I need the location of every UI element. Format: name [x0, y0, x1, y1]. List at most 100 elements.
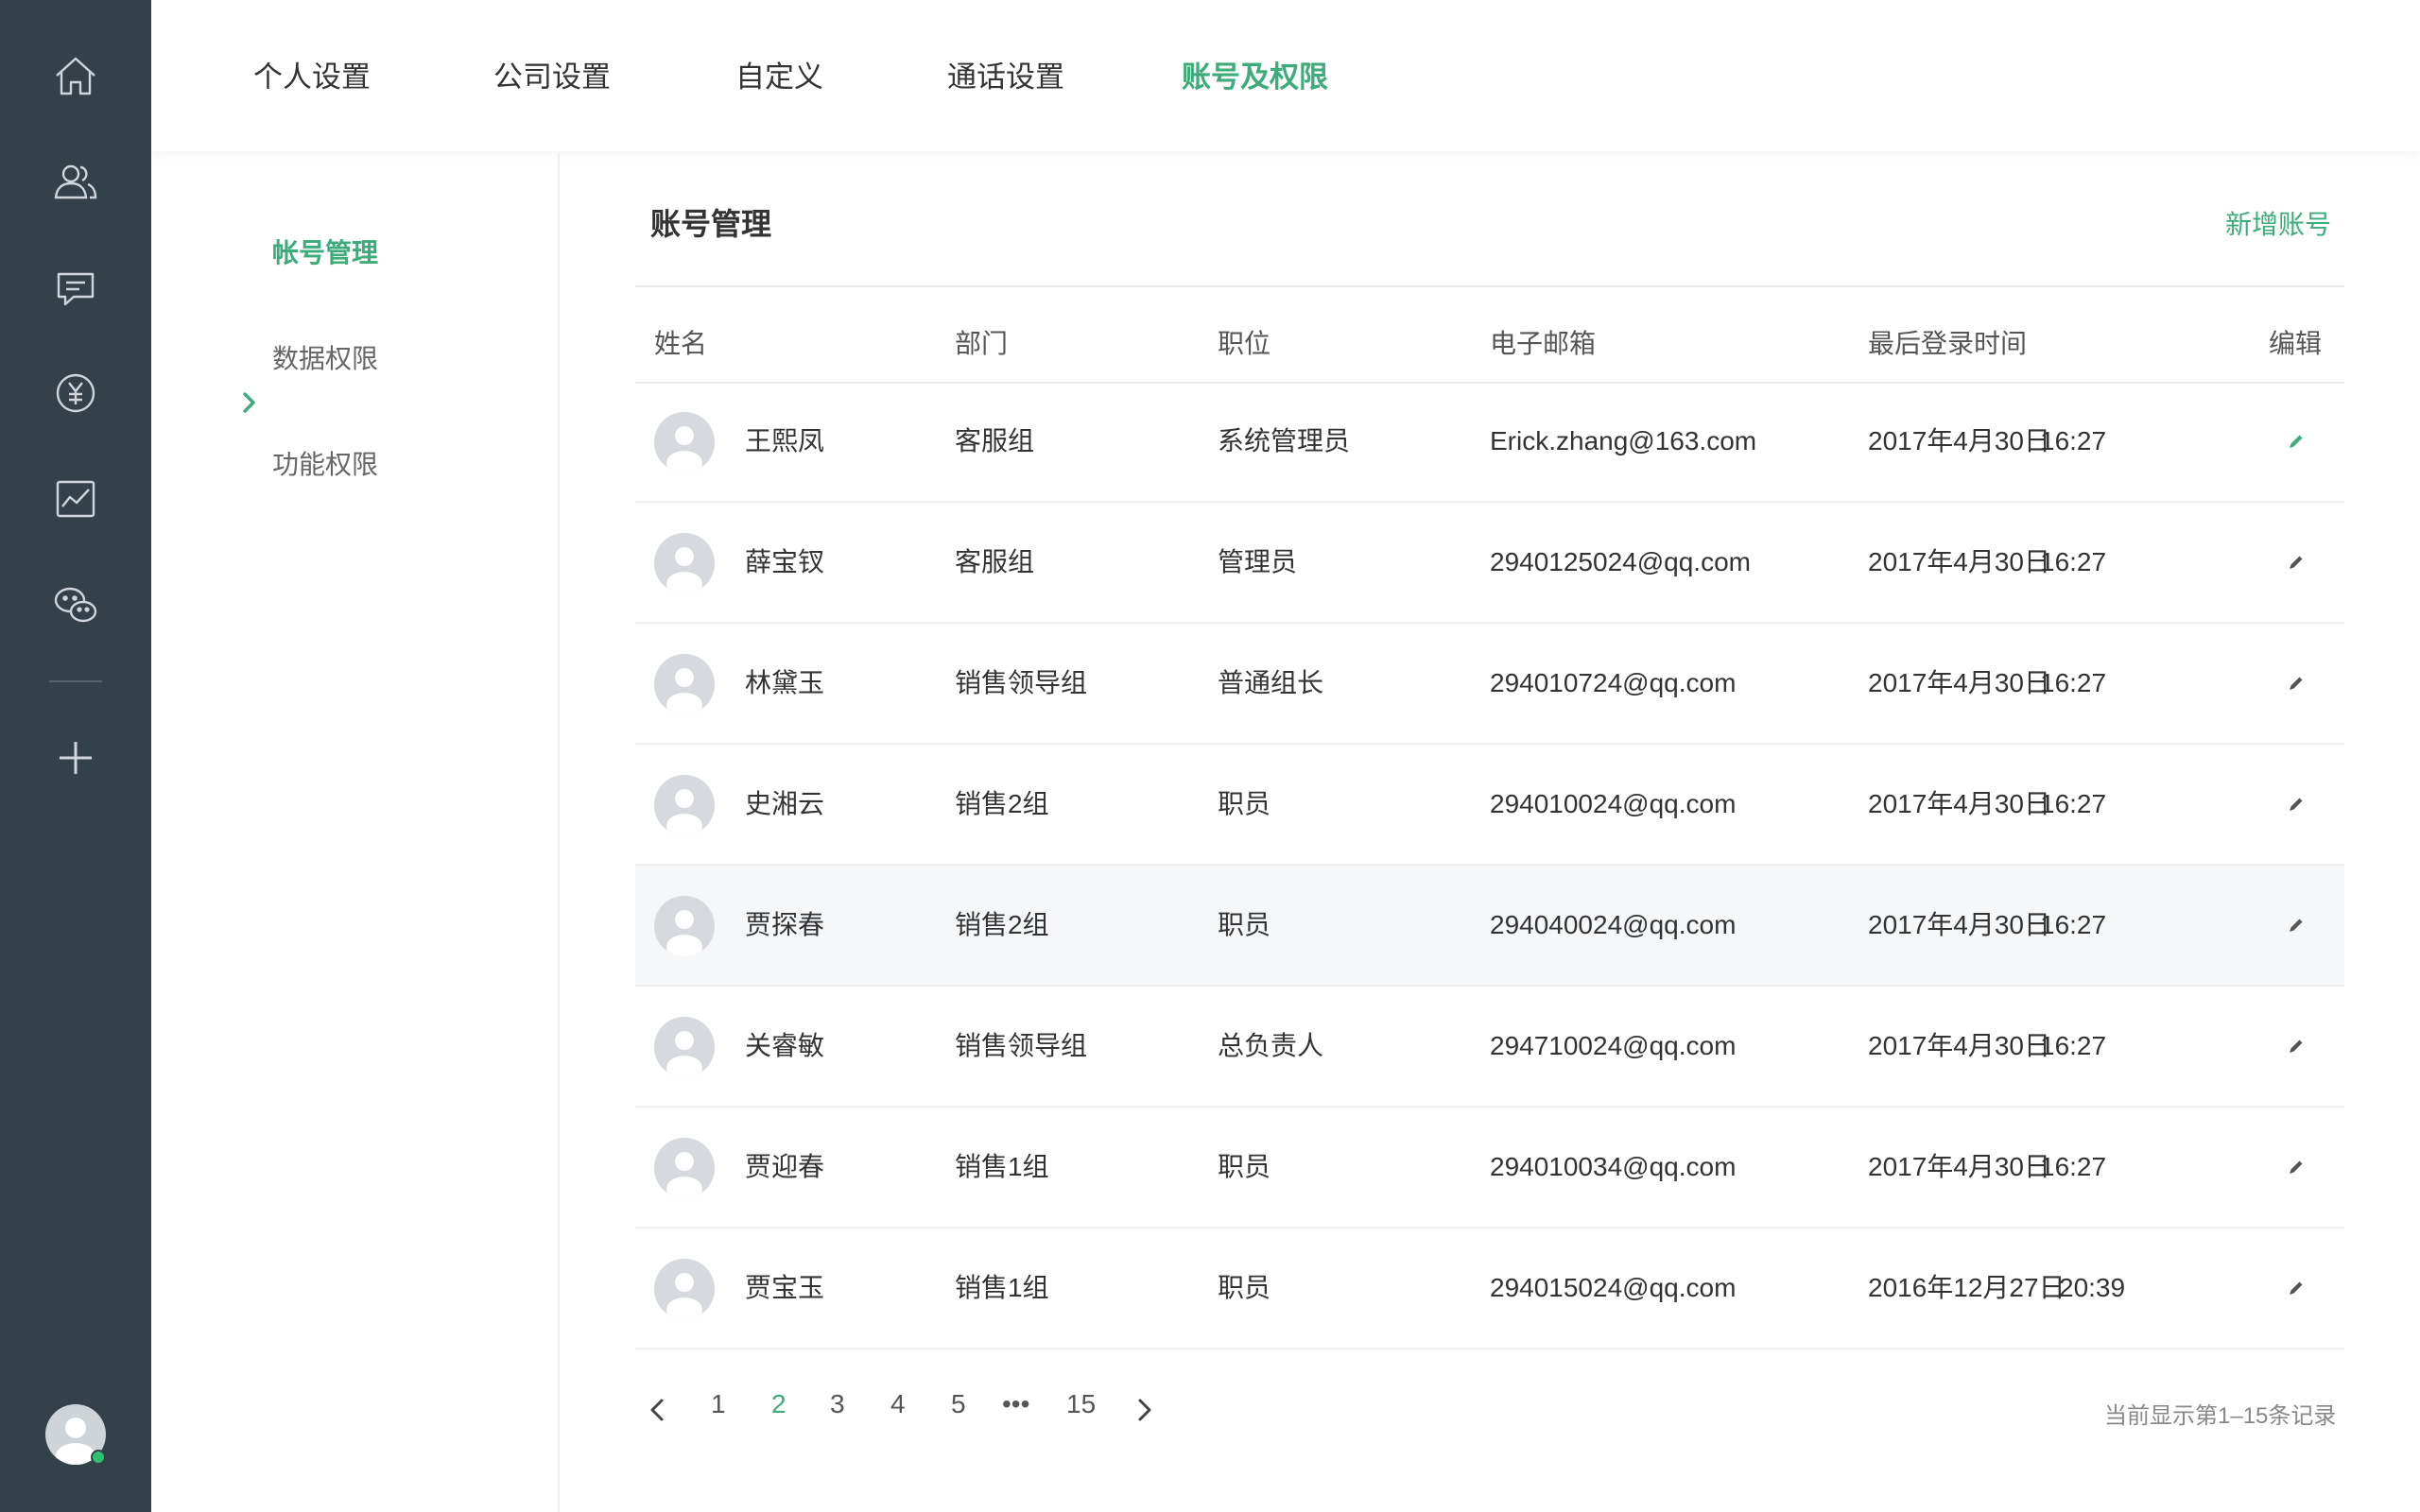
cell-position: 职员 [1218, 910, 1271, 939]
cell-department: 销售1组 [955, 1152, 1049, 1181]
cell-name: 关睿敏 [745, 1031, 825, 1060]
chat-icon[interactable] [47, 259, 104, 316]
avatar [654, 412, 715, 472]
table-row[interactable]: 史湘云 销售2组 职员 294010024@qq.com 2017年4月30日 16:27 [635, 745, 2344, 866]
pagination-ellipsis: ••• [1002, 1389, 1030, 1418]
cell-position: 职员 [1218, 789, 1271, 818]
edit-icon[interactable] [2280, 546, 2312, 578]
page-button-15[interactable]: 15 [1066, 1389, 1096, 1419]
tab-company-settings[interactable]: 公司设置 [493, 53, 611, 95]
page-button-1[interactable]: 1 [711, 1389, 726, 1419]
cell-last-login-time: 16:27 [2040, 668, 2107, 697]
cell-name: 王熙凤 [745, 426, 825, 455]
cell-email: 294015024@qq.com [1490, 1273, 1737, 1302]
cell-last-login-time: 16:27 [2040, 910, 2107, 939]
avatar [654, 1017, 715, 1077]
cell-last-login-date: 2017年4月30日 [1868, 1031, 2051, 1060]
page-button-2[interactable]: 2 [771, 1389, 786, 1419]
subnav-item-data-permissions[interactable]: 数据权限 [272, 338, 378, 376]
cell-email: 2940125024@qq.com [1490, 547, 1751, 576]
add-account-button[interactable]: 新增账号 [2225, 204, 2331, 242]
cell-last-login-time: 16:27 [2040, 1031, 2107, 1060]
cell-email: Erick.zhang@163.com [1490, 426, 1757, 455]
chevron-right-icon [243, 392, 255, 413]
cell-name: 贾探春 [745, 910, 825, 939]
prev-page-icon[interactable] [645, 1395, 671, 1425]
avatar [654, 1259, 715, 1319]
top-nav: 个人设置 公司设置 自定义 通话设置 账号及权限 [151, 0, 2420, 151]
cell-name: 林黛玉 [745, 668, 825, 697]
cell-email: 294040024@qq.com [1490, 910, 1737, 939]
cell-department: 销售1组 [955, 1273, 1049, 1302]
cell-last-login-time: 20:39 [2059, 1273, 2126, 1302]
table-row[interactable]: 关睿敏 销售领导组 总负责人 294710024@qq.com 2017年4月30日 16… [635, 987, 2344, 1108]
cell-last-login-time: 16:27 [2040, 1152, 2107, 1181]
column-header-department: 部门 [955, 329, 1009, 358]
cell-department: 销售2组 [955, 789, 1049, 818]
avatar [654, 1138, 715, 1198]
edit-icon[interactable] [2280, 909, 2312, 941]
page-button-3[interactable]: 3 [830, 1389, 845, 1419]
cell-last-login-time: 16:27 [2040, 426, 2107, 455]
cell-last-login-date: 2017年4月30日 [1868, 789, 2051, 818]
avatar [654, 533, 715, 593]
pagination-info: 当前显示第1–15条记录 [2104, 1403, 2337, 1429]
edit-icon[interactable] [2280, 1151, 2312, 1183]
sub-nav: 帐号管理 数据权限 功能权限 [151, 153, 560, 1512]
rail-divider [49, 680, 102, 682]
cell-name: 贾迎春 [745, 1152, 825, 1181]
wechat-icon[interactable] [47, 576, 104, 633]
edit-icon[interactable] [2280, 667, 2312, 699]
cell-department: 销售领导组 [955, 668, 1088, 697]
subnav-item-account-management[interactable]: 帐号管理 [272, 232, 378, 270]
cell-department: 销售2组 [955, 910, 1049, 939]
cell-name: 贾宝玉 [745, 1273, 825, 1302]
cell-last-login-date: 2017年4月30日 [1868, 547, 2051, 576]
edit-icon[interactable] [2280, 425, 2312, 457]
cell-position: 职员 [1218, 1273, 1271, 1302]
avatar [654, 654, 715, 714]
cell-last-login-date: 2016年12月27日 [1868, 1273, 2066, 1302]
subnav-item-function-permissions[interactable]: 功能权限 [272, 444, 378, 482]
online-status-dot [91, 1450, 106, 1465]
edit-icon[interactable] [2280, 788, 2312, 820]
home-icon[interactable] [47, 47, 104, 104]
chart-icon[interactable] [47, 471, 104, 527]
cell-last-login-date: 2017年4月30日 [1868, 426, 2051, 455]
table-row[interactable]: 贾迎春 销售1组 职员 294010034@qq.com 2017年4月30日 16:27 [635, 1108, 2344, 1228]
cell-position: 系统管理员 [1218, 426, 1351, 455]
table-row[interactable]: 林黛玉 销售领导组 普通组长 294010724@qq.com 2017年4月30日 16… [635, 624, 2344, 745]
column-header-last-login: 最后登录时间 [1868, 329, 2028, 358]
table-row[interactable]: 贾探春 销售2组 职员 294040024@qq.com 2017年4月30日 16:27 [635, 866, 2344, 987]
column-header-position: 职位 [1218, 329, 1271, 358]
tab-call-settings[interactable]: 通话设置 [947, 53, 1064, 95]
column-header-edit: 编辑 [2269, 329, 2323, 358]
cell-department: 客服组 [955, 547, 1035, 576]
page-button-4[interactable]: 4 [890, 1389, 906, 1419]
cell-position: 普通组长 [1218, 668, 1324, 697]
edit-icon[interactable] [2280, 1272, 2312, 1304]
contacts-icon[interactable] [47, 153, 104, 210]
yuan-icon[interactable] [47, 365, 104, 421]
table-row[interactable]: 薛宝钗 客服组 管理员 2940125024@qq.com 2017年4月30日 16:2… [635, 503, 2344, 624]
page-button-5[interactable]: 5 [951, 1389, 966, 1419]
cell-last-login-date: 2017年4月30日 [1868, 910, 2051, 939]
tab-account-permissions[interactable]: 账号及权限 [1182, 53, 1328, 95]
cell-position: 管理员 [1218, 547, 1298, 576]
cell-last-login-time: 16:27 [2040, 789, 2107, 818]
cell-last-login-date: 2017年4月30日 [1868, 1152, 2051, 1181]
table-row[interactable]: 王熙凤 客服组 系统管理员 Erick.zhang@163.com 2017年4月30日… [635, 382, 2344, 503]
add-icon[interactable] [47, 730, 104, 786]
header-divider [635, 285, 2344, 287]
edit-icon[interactable] [2280, 1030, 2312, 1062]
cell-email: 294010724@qq.com [1490, 668, 1737, 697]
tab-personal-settings[interactable]: 个人设置 [253, 53, 371, 95]
table-row[interactable]: 贾宝玉 销售1组 职员 294015024@qq.com 2016年12月27日 20:3… [635, 1228, 2344, 1349]
tab-customize[interactable]: 自定义 [735, 53, 823, 95]
avatar [654, 896, 715, 956]
next-page-icon[interactable] [1131, 1395, 1157, 1425]
avatar [654, 775, 715, 835]
cell-last-login-date: 2017年4月30日 [1868, 668, 2051, 697]
column-header-name: 姓名 [654, 329, 708, 358]
cell-email: 294010024@qq.com [1490, 789, 1737, 818]
